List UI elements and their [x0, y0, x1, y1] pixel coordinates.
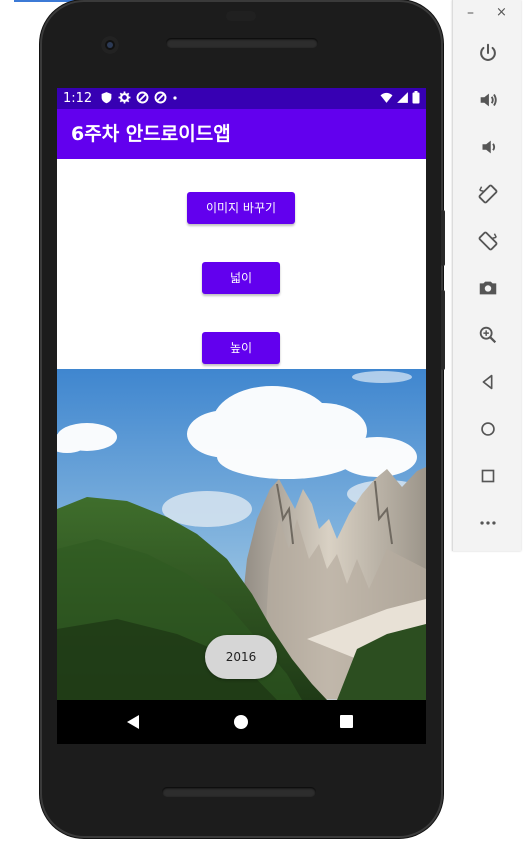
nav-recents-icon[interactable] [340, 715, 353, 728]
rotate-right-icon[interactable] [475, 228, 501, 254]
status-icons-right [380, 91, 420, 104]
height-button[interactable]: 높이 [202, 332, 280, 364]
system-nav-bar [57, 700, 426, 744]
nav-back-icon[interactable] [127, 715, 139, 729]
device-screen: 1:12 6주차 안드로이드앱 이미지 바꾸기 넓이 높이 2016 [57, 88, 426, 700]
data-saver-icon [136, 91, 149, 104]
status-bar: 1:12 [57, 88, 426, 109]
wifi-icon [380, 92, 393, 103]
notification-dot-icon [173, 95, 177, 100]
status-icons-left [100, 91, 178, 104]
battery-icon [412, 91, 420, 104]
bottom-speaker [162, 787, 316, 797]
volume-side-button [441, 290, 445, 370]
emulator-toolbar: – × [452, 0, 521, 551]
zoom-icon[interactable] [475, 322, 501, 348]
close-button[interactable]: × [496, 5, 507, 20]
volume-up-icon[interactable] [475, 87, 501, 113]
camera-icon[interactable] [475, 275, 501, 301]
sync-icon [154, 91, 167, 104]
status-time: 1:12 [63, 91, 93, 106]
nav-home-icon[interactable] [234, 715, 248, 729]
settings-gear-icon [118, 91, 131, 104]
top-speaker [166, 38, 318, 48]
width-button[interactable]: 넓이 [202, 262, 280, 294]
earpiece [226, 11, 256, 21]
power-side-button [441, 210, 445, 266]
change-image-button[interactable]: 이미지 바꾸기 [187, 192, 295, 224]
shield-icon [101, 92, 112, 104]
toast-message: 2016 [205, 635, 277, 679]
back-icon[interactable] [475, 369, 501, 395]
overview-icon[interactable] [475, 463, 501, 489]
more-icon[interactable] [475, 510, 501, 536]
emulator-window: 1:12 6주차 안드로이드앱 이미지 바꾸기 넓이 높이 2016 – × [0, 0, 529, 853]
app-title-bar: 6주차 안드로이드앱 [57, 109, 426, 159]
power-icon[interactable] [475, 40, 501, 66]
minimize-button[interactable]: – [467, 5, 474, 21]
cell-signal-icon [397, 92, 408, 103]
home-icon[interactable] [475, 416, 501, 442]
front-camera [101, 36, 119, 54]
volume-down-icon[interactable] [475, 134, 501, 160]
rotate-left-icon[interactable] [475, 181, 501, 207]
